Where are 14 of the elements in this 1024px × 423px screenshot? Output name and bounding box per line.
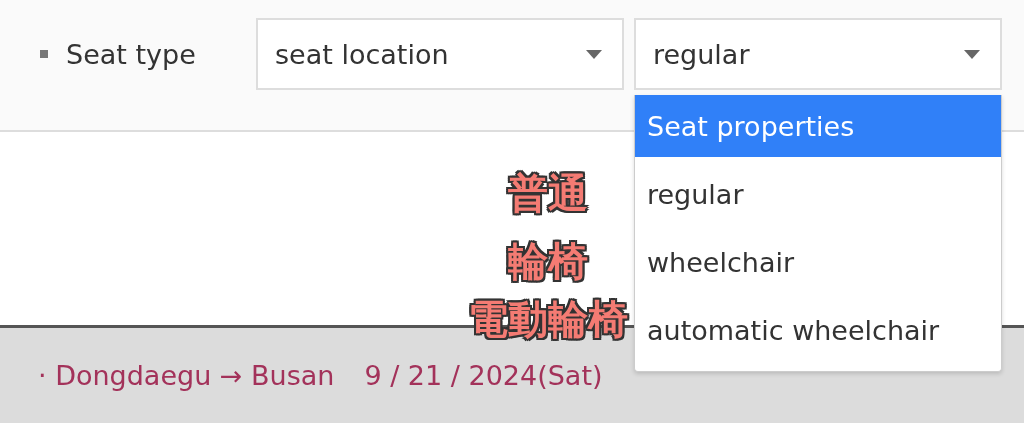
dropdown-select[interactable]: seat location bbox=[256, 18, 624, 90]
dropdown-option[interactable]: automatic wheelchair bbox=[635, 299, 1001, 361]
bullet-icon bbox=[40, 50, 48, 58]
dropdown-option[interactable]: Seat properties bbox=[635, 95, 1001, 157]
annotation-text: 輪椅 bbox=[508, 238, 588, 284]
dropdown-option[interactable]: wheelchair bbox=[635, 231, 1001, 293]
caret-icon bbox=[964, 49, 980, 59]
date-text: 9 / 21 / 2024(Sat) bbox=[364, 360, 603, 391]
route-text: · Dongdaegu → Busan bbox=[38, 360, 335, 391]
caret-icon bbox=[586, 49, 602, 59]
dropdown-option[interactable]: regular bbox=[635, 163, 1001, 225]
annotation-text: 普通 bbox=[508, 170, 588, 216]
dropdown-select[interactable]: regular bbox=[634, 18, 1002, 90]
field-label: Seat type bbox=[66, 38, 196, 70]
